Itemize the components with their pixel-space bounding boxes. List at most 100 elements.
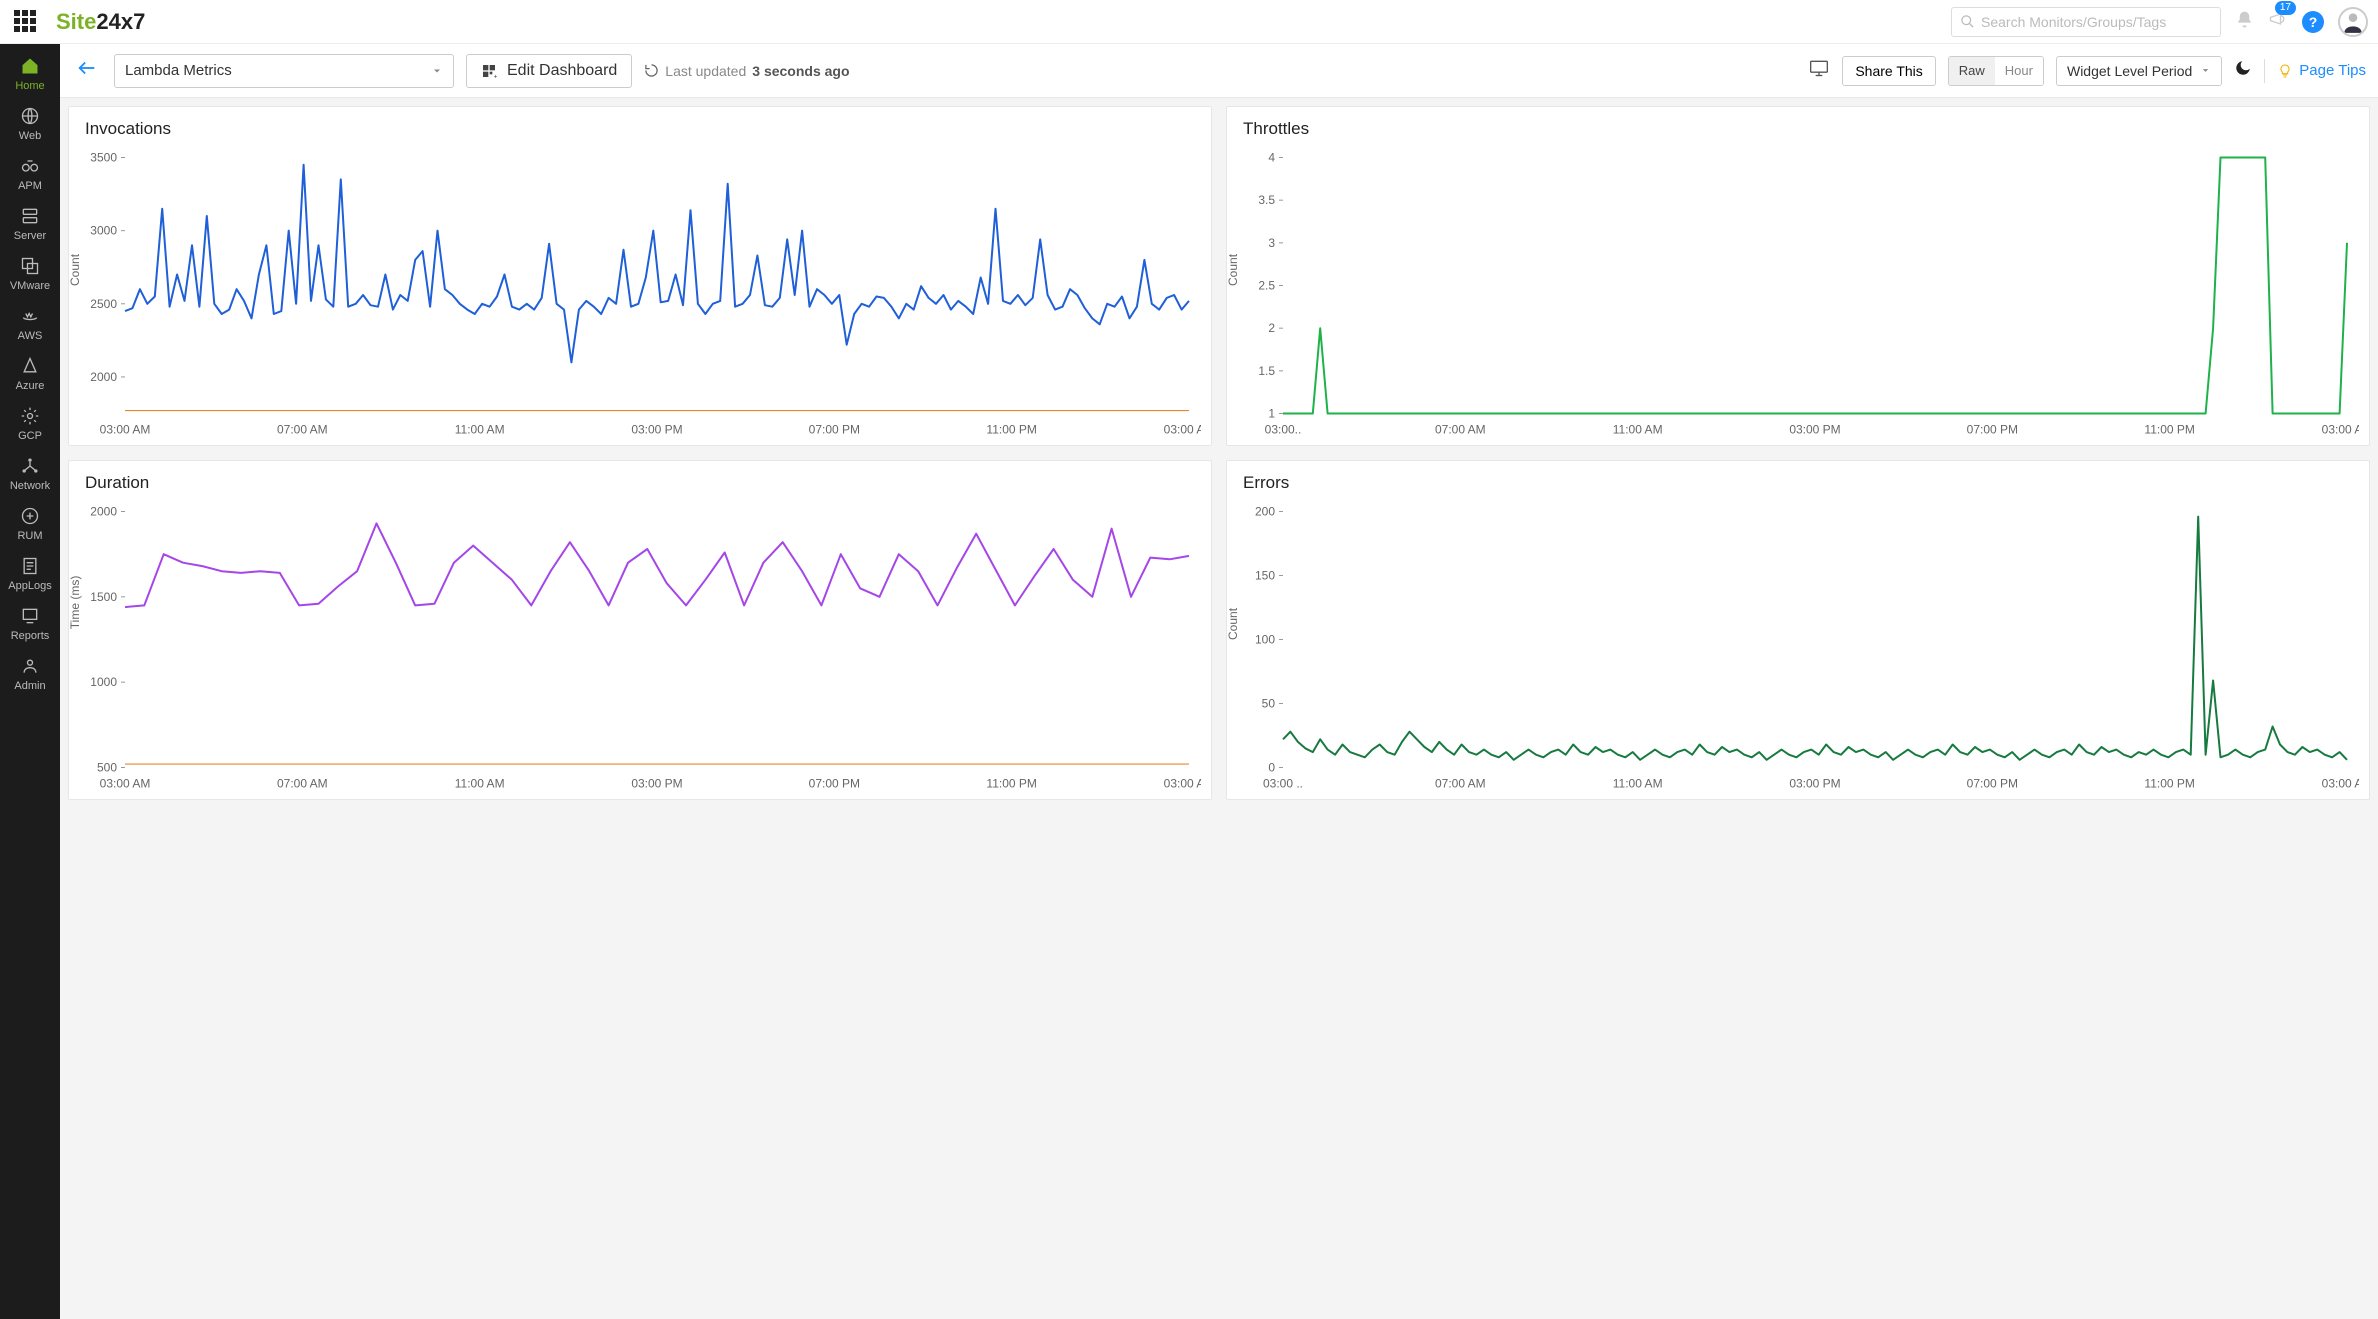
page-tips-link[interactable]: Page Tips [2277,62,2366,79]
divider [2264,59,2265,83]
svg-text:03:00 ..: 03:00 .. [1263,777,1303,791]
svg-text:2000: 2000 [90,370,117,384]
card-errors: Errors Count 05010015020003:00 ..07:00 A… [1226,460,2370,800]
dashboard-select[interactable]: Lambda Metrics [114,54,454,88]
sidebar-item-azure[interactable]: Azure [0,348,60,398]
globe-icon [20,106,40,126]
chart-throttles[interactable]: Count 11.522.533.5403:00..07:00 AM11:00 … [1237,145,2359,444]
svg-text:07:00 PM: 07:00 PM [1967,423,2018,437]
card-throttles: Throttles Count 11.522.533.5403:00..07:0… [1226,106,2370,446]
svg-text:11:00 AM: 11:00 AM [1613,423,1663,437]
chart-duration[interactable]: Time (ms) 50010001500200003:00 AM07:00 A… [79,499,1201,798]
period-select[interactable]: Widget Level Period [2056,56,2222,86]
chart-invocations[interactable]: Count 200025003000350003:00 AM07:00 AM11… [79,145,1201,444]
svg-text:2000: 2000 [90,505,117,519]
svg-text:11:00 AM: 11:00 AM [1613,777,1663,791]
sidebar-item-apm[interactable]: APM [0,148,60,198]
svg-text:07:00 AM: 07:00 AM [277,423,328,437]
toggle-hour[interactable]: Hour [1995,57,2043,85]
bell-icon[interactable] [2235,10,2254,34]
sidebar-item-network[interactable]: Network [0,448,60,498]
edit-dashboard-button[interactable]: + Edit Dashboard [466,54,632,88]
svg-text:150: 150 [1255,569,1275,583]
svg-text:2500: 2500 [90,297,117,311]
share-button[interactable]: Share This [1842,56,1935,86]
svg-text:07:00 PM: 07:00 PM [809,423,860,437]
svg-text:11:00 PM: 11:00 PM [2144,423,2194,437]
svg-text:1500: 1500 [90,590,117,604]
last-updated: Last updated 3 seconds ago [644,63,849,79]
back-arrow-icon[interactable] [72,53,102,88]
notification-badge: 17 [2275,1,2296,15]
svg-text:07:00 AM: 07:00 AM [277,777,328,791]
sidebar-item-label: Reports [11,630,50,642]
card-title: Errors [1243,473,2359,493]
card-title: Throttles [1243,119,2359,139]
svg-text:11:00 AM: 11:00 AM [455,777,505,791]
card-title: Invocations [85,119,1201,139]
svg-text:03:00 PM: 03:00 PM [1789,777,1840,791]
search-input-wrap[interactable] [1951,7,2221,37]
y-axis-label: Count [68,253,82,285]
sidebar: Home Web APM Server VMwareAWS Azure GCP Network… [0,44,60,1319]
sidebar-item-web[interactable]: Web [0,98,60,148]
dashboard-edit-icon: + [481,63,497,79]
search-icon [1960,14,1975,29]
help-icon[interactable]: ? [2302,11,2324,33]
rum-icon [20,506,40,526]
network-icon [20,456,40,476]
announcement-icon[interactable]: 17 [2268,9,2288,34]
logo[interactable]: Site24x7 [56,9,145,35]
edit-dashboard-label: Edit Dashboard [507,62,617,80]
sidebar-item-server[interactable]: Server [0,198,60,248]
home-icon [20,56,40,76]
sidebar-item-applogs[interactable]: AppLogs [0,548,60,598]
sidebar-item-rum[interactable]: RUM [0,498,60,548]
svg-text:3500: 3500 [90,151,117,165]
sidebar-item-label: Server [14,230,46,242]
sidebar-item-home[interactable]: Home [0,48,60,98]
search-input[interactable] [1981,14,2212,30]
sidebar-item-gcp[interactable]: GCP [0,398,60,448]
svg-text:03:00 PM: 03:00 PM [631,777,682,791]
svg-text:03:00 PM: 03:00 PM [631,423,682,437]
raw-hour-toggle: Raw Hour [1948,56,2044,86]
chevron-down-icon [2200,65,2211,76]
sidebar-item-vmware[interactable]: VMware [0,248,60,298]
sidebar-item-admin[interactable]: Admin [0,648,60,698]
card-duration: Duration Time (ms) 50010001500200003:00 … [68,460,1212,800]
svg-text:11:00 PM: 11:00 PM [986,423,1036,437]
dashboard-name: Lambda Metrics [125,62,232,79]
svg-text:4: 4 [1268,151,1275,165]
svg-text:0: 0 [1268,761,1275,775]
svg-text:+: + [494,73,497,79]
period-label: Widget Level Period [2067,63,2192,79]
sidebar-item-label: Admin [14,680,45,692]
svg-text:03:00 AM: 03:00 AM [100,777,151,791]
y-axis-label: Count [1226,253,1240,285]
svg-text:03:00 AM: 03:00 AM [2322,423,2359,437]
azure-icon [20,356,40,376]
y-axis-label: Time (ms) [68,575,82,629]
tv-mode-icon[interactable] [1808,58,1830,83]
sidebar-item-label: GCP [18,430,42,442]
chart-errors[interactable]: Count 05010015020003:00 ..07:00 AM11:00 … [1237,499,2359,798]
dashboard-grid: Invocations Count 200025003000350003:00 … [60,98,2378,1319]
user-avatar[interactable] [2338,7,2368,37]
toggle-raw[interactable]: Raw [1949,57,1995,85]
refresh-icon[interactable] [644,63,659,78]
sidebar-item-label: RUM [17,530,42,542]
sidebar-item-label: Azure [16,380,45,392]
sidebar-item-label: APM [18,180,42,192]
svg-text:200: 200 [1255,505,1275,519]
apps-grid-icon[interactable] [14,10,38,34]
chevron-down-icon [431,65,443,77]
dark-mode-icon[interactable] [2234,59,2252,82]
sidebar-item-reports[interactable]: Reports [0,598,60,648]
sidebar-item-label: Web [19,130,41,142]
binoculars-icon [20,156,40,176]
server-icon [20,206,40,226]
svg-text:2: 2 [1268,321,1275,335]
svg-text:03:00..: 03:00.. [1265,423,1302,437]
sidebar-item-aws[interactable]: AWS [0,298,60,348]
